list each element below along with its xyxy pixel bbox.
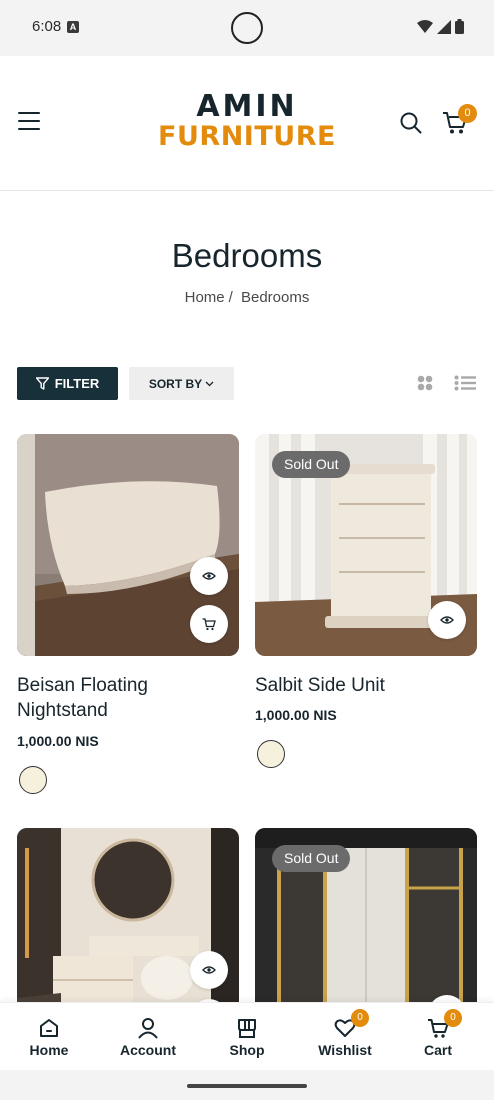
nav-wishlist[interactable]: 0 Wishlist: [300, 1003, 390, 1071]
product-image[interactable]: [17, 828, 239, 1002]
quick-view-button[interactable]: [190, 557, 228, 595]
nav-home-label: Home: [29, 1042, 69, 1058]
signal-icon: [437, 19, 451, 34]
product-image[interactable]: Sold Out: [255, 434, 477, 656]
wishlist-count-badge: 0: [351, 1009, 369, 1027]
color-swatch[interactable]: [257, 740, 285, 768]
quick-view-button[interactable]: [190, 951, 228, 989]
nav-shop-label: Shop: [229, 1042, 265, 1058]
notification-icon: A: [67, 21, 79, 33]
nav-account-label: Account: [120, 1042, 176, 1058]
sort-by-button[interactable]: SORT BY: [129, 367, 234, 400]
filter-label: FILTER: [54, 376, 100, 391]
battery-icon: [455, 19, 464, 34]
search-icon[interactable]: [400, 112, 422, 134]
product-card[interactable]: Sold Out: [255, 828, 477, 1002]
breadcrumb-home-link[interactable]: Home: [185, 289, 225, 306]
eye-icon: [202, 572, 216, 580]
status-bar: 6:08 A: [0, 0, 494, 56]
product-name[interactable]: Beisan Floating Nightstand: [17, 673, 217, 723]
breadcrumb-current: Bedrooms: [240, 289, 310, 306]
product-card[interactable]: Beisan Floating Nightstand 1,000.00 NIS: [17, 434, 239, 804]
wifi-icon: [417, 19, 433, 33]
add-to-cart-button[interactable]: [190, 605, 228, 643]
status-icons: [417, 19, 464, 34]
system-gesture-area: [0, 1070, 494, 1100]
chevron-down-icon: [205, 381, 214, 386]
nav-home[interactable]: Home: [4, 1003, 94, 1071]
user-icon: [138, 1018, 158, 1039]
nav-cart[interactable]: 0 Cart: [393, 1003, 483, 1071]
product-price: 1,000.00 NIS: [17, 733, 99, 749]
sort-label: SORT BY: [148, 376, 203, 391]
product-image[interactable]: Sold Out: [255, 828, 477, 1002]
sold-out-badge: Sold Out: [272, 451, 351, 478]
color-swatch[interactable]: [19, 766, 47, 794]
shop-icon: [238, 1019, 256, 1038]
page-title: Bedrooms: [171, 237, 323, 274]
cart-nav-count-badge: 0: [444, 1009, 462, 1027]
cart-icon: [202, 617, 216, 630]
product-card[interactable]: Sold Out Salbit Side Unit 1,000.00 NIS: [255, 434, 477, 774]
status-time: 6:08: [32, 18, 62, 35]
filter-button[interactable]: FILTER: [17, 367, 118, 400]
filter-icon: [35, 377, 49, 390]
bottom-navigation: Home Account Shop 0 Wishlist 0 Cart: [0, 1002, 494, 1070]
product-image[interactable]: [17, 434, 239, 656]
camera-cutout: [231, 12, 263, 44]
sold-out-badge: Sold Out: [272, 845, 351, 872]
breadcrumb: Home / Bedrooms: [0, 289, 494, 306]
nav-cart-label: Cart: [423, 1042, 452, 1058]
gesture-bar[interactable]: [187, 1084, 307, 1088]
list-view-icon[interactable]: [454, 375, 476, 391]
grid-view-icon[interactable]: [417, 375, 433, 391]
eye-icon: [202, 966, 216, 974]
nav-shop[interactable]: Shop: [202, 1003, 292, 1071]
home-icon: [40, 1019, 58, 1037]
site-header: AMIN FURNITURE 0: [0, 56, 494, 191]
eye-icon: [440, 616, 454, 624]
nav-account[interactable]: Account: [103, 1003, 193, 1071]
cart-count-badge: 0: [458, 104, 477, 123]
product-price: 1,000.00 NIS: [255, 707, 337, 723]
quick-view-button[interactable]: [428, 601, 466, 639]
product-name[interactable]: Salbit Side Unit: [255, 673, 477, 698]
product-card[interactable]: [17, 828, 239, 1002]
breadcrumb-separator: /: [228, 289, 233, 306]
nav-wishlist-label: Wishlist: [318, 1042, 372, 1058]
